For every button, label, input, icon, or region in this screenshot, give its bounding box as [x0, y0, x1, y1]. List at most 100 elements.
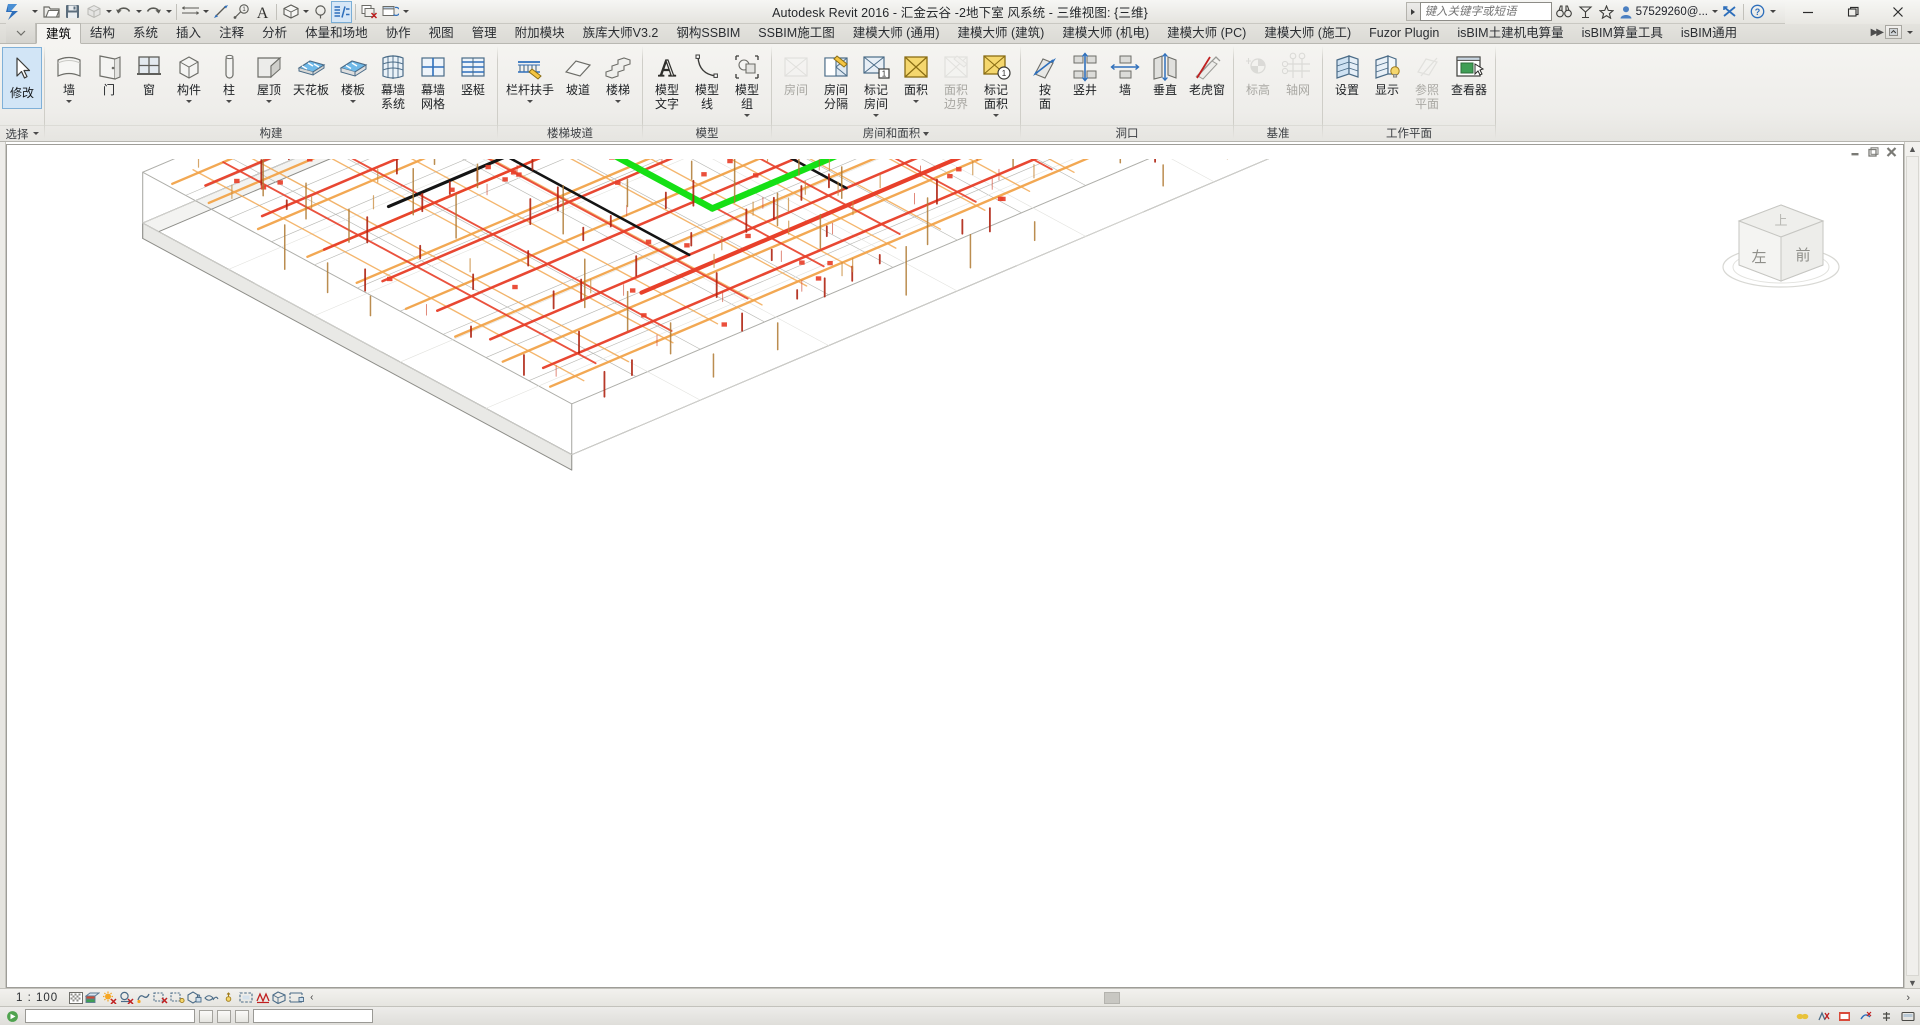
detail-level-icon[interactable]: [67, 989, 84, 1006]
ribbon-options-caret-icon[interactable]: [1905, 21, 1914, 43]
hide-analytical-model-icon[interactable]: [254, 989, 271, 1006]
default-3d-view-icon[interactable]: [280, 1, 301, 23]
taskbar-item-4[interactable]: [253, 1009, 373, 1023]
ribbon-tab[interactable]: 族库大师V3.2: [574, 23, 668, 43]
tray-icon-4[interactable]: [1857, 1008, 1874, 1025]
section-icon[interactable]: [310, 1, 331, 23]
minimize-button[interactable]: [1785, 0, 1830, 24]
view3d-caret-icon[interactable]: [301, 1, 310, 23]
dropdown-caret-icon[interactable]: [225, 98, 234, 106]
scroll-down-icon[interactable]: ▼: [1908, 978, 1917, 988]
ceiling-button[interactable]: 天花板: [289, 47, 333, 99]
tray-icon-2[interactable]: [1815, 1008, 1832, 1025]
ribbon-tab[interactable]: 建模大师 (机电): [1053, 23, 1158, 43]
reveal-constraints-icon[interactable]: [271, 989, 288, 1006]
visual-style-icon[interactable]: [84, 989, 101, 1006]
ribbon-tab[interactable]: 建模大师 (建筑): [949, 23, 1054, 43]
tray-icon-5[interactable]: [1878, 1008, 1895, 1025]
model-line-button[interactable]: 模型线: [687, 47, 727, 112]
search-dropdown-icon[interactable]: [1405, 2, 1420, 21]
taskbar-start-icon[interactable]: [4, 1008, 21, 1025]
account-caret-icon[interactable]: [1710, 1, 1719, 23]
dropdown-caret-icon[interactable]: [185, 98, 194, 106]
temporary-view-properties-icon[interactable]: [237, 989, 254, 1006]
panel-dialog-launcher-icon[interactable]: [923, 131, 930, 136]
close-hidden-windows-icon[interactable]: [359, 1, 380, 23]
temporary-hide-isolate-icon[interactable]: [203, 989, 220, 1006]
ramp-button[interactable]: 坡道: [558, 47, 598, 99]
switch-windows-caret-icon[interactable]: [401, 1, 410, 23]
taskbar-item-1[interactable]: [199, 1009, 213, 1023]
dropdown-caret-icon[interactable]: [912, 98, 921, 106]
3d-model-canvas[interactable]: 上 左 前: [7, 159, 1903, 987]
dropdown-caret-icon[interactable]: [65, 98, 74, 106]
ribbon-tab[interactable]: isBIM算量工具: [1573, 23, 1672, 43]
export-caret-icon[interactable]: [104, 1, 113, 23]
door-button[interactable]: 门: [89, 47, 129, 99]
ribbon-tab[interactable]: 结构: [81, 23, 124, 43]
search-input[interactable]: [1419, 2, 1552, 21]
ribbon-tab[interactable]: 注释: [210, 23, 253, 43]
vertical-scrollbar[interactable]: [1906, 156, 1919, 976]
ribbon-tab[interactable]: 附加模块: [506, 23, 574, 43]
tag-area-button[interactable]: 1 标记 面积: [976, 47, 1016, 120]
export-icon[interactable]: [83, 1, 104, 23]
redo-caret-icon[interactable]: [164, 1, 173, 23]
sun-path-off-icon[interactable]: [101, 989, 118, 1006]
tag-icon[interactable]: 1: [231, 1, 252, 23]
app-menu-caret-icon[interactable]: [30, 1, 39, 23]
ribbon-tab[interactable]: isBIM通用: [1672, 23, 1746, 43]
restore-icon[interactable]: [1868, 147, 1879, 158]
mullion-button[interactable]: 竖梃: [453, 47, 493, 99]
dormer-button[interactable]: 老虎窗: [1185, 47, 1229, 99]
area-button[interactable]: 面积: [896, 47, 936, 107]
vertical-opening-button[interactable]: 垂直: [1145, 47, 1185, 99]
dropdown-caret-icon[interactable]: [992, 111, 1001, 119]
ribbon-tab[interactable]: isBIM土建机电算量: [1448, 23, 1572, 43]
model-text-button[interactable]: A 模型 文字: [647, 47, 687, 112]
file-menu-tab[interactable]: [6, 23, 36, 43]
tray-icon-6[interactable]: [1899, 1008, 1916, 1025]
switch-windows-icon[interactable]: [380, 1, 401, 23]
stair-button[interactable]: 楼梯: [598, 47, 638, 107]
account-menu[interactable]: 57529260@...: [1617, 0, 1710, 24]
close-button[interactable]: [1875, 0, 1920, 24]
ribbon-tab[interactable]: 建模大师 (施工): [1255, 23, 1360, 43]
dropdown-caret-icon[interactable]: [265, 98, 274, 106]
help-icon[interactable]: ?: [1747, 0, 1768, 24]
render-dialog-icon[interactable]: [135, 989, 152, 1006]
window-button[interactable]: 窗: [129, 47, 169, 99]
column-button[interactable]: 柱: [209, 47, 249, 107]
help-caret-icon[interactable]: [1768, 1, 1777, 23]
view-scale[interactable]: 1 : 100: [4, 992, 67, 1004]
floor-button[interactable]: 楼板: [333, 47, 373, 107]
wall-opening-button[interactable]: 墙: [1105, 47, 1145, 99]
show-workplane-button[interactable]: 显示: [1367, 47, 1407, 99]
ribbon-tab[interactable]: 建模大师 (通用): [844, 23, 949, 43]
maximize-restore-button[interactable]: [1830, 0, 1875, 24]
worksharing-display-icon[interactable]: [288, 989, 305, 1006]
taskbar-item-2[interactable]: [217, 1009, 231, 1023]
crop-region-off-icon[interactable]: [152, 989, 169, 1006]
ribbon-tab[interactable]: 建模大师 (PC): [1158, 23, 1255, 43]
lock-3d-view-icon[interactable]: [186, 989, 203, 1006]
binoculars-icon[interactable]: [1554, 0, 1575, 24]
shadows-off-icon[interactable]: [118, 989, 135, 1006]
ribbon-tab[interactable]: 视图: [420, 23, 463, 43]
star-icon[interactable]: [1596, 0, 1617, 24]
dropdown-caret-icon[interactable]: [743, 111, 752, 119]
ribbon-tab[interactable]: 系统: [124, 23, 167, 43]
modify-button[interactable]: 修改: [2, 47, 42, 109]
thin-lines-icon[interactable]: [331, 0, 352, 23]
text-icon[interactable]: A: [252, 1, 273, 23]
show-crop-region-icon[interactable]: [169, 989, 186, 1006]
aligned-dimension-icon[interactable]: [210, 1, 231, 23]
roof-button[interactable]: 屋顶: [249, 47, 289, 107]
set-workplane-button[interactable]: 设置: [1327, 47, 1367, 99]
ribbon-tab[interactable]: 管理: [463, 23, 506, 43]
ribbon-overflow-icon[interactable]: ▶▶: [1871, 27, 1884, 38]
ribbon-minimize-toggle[interactable]: [1885, 25, 1902, 39]
ribbon-tab[interactable]: 体量和场地: [296, 23, 377, 43]
taskbar-search-field[interactable]: [25, 1009, 195, 1023]
status-bar-expand-icon[interactable]: ‹: [305, 992, 318, 1003]
